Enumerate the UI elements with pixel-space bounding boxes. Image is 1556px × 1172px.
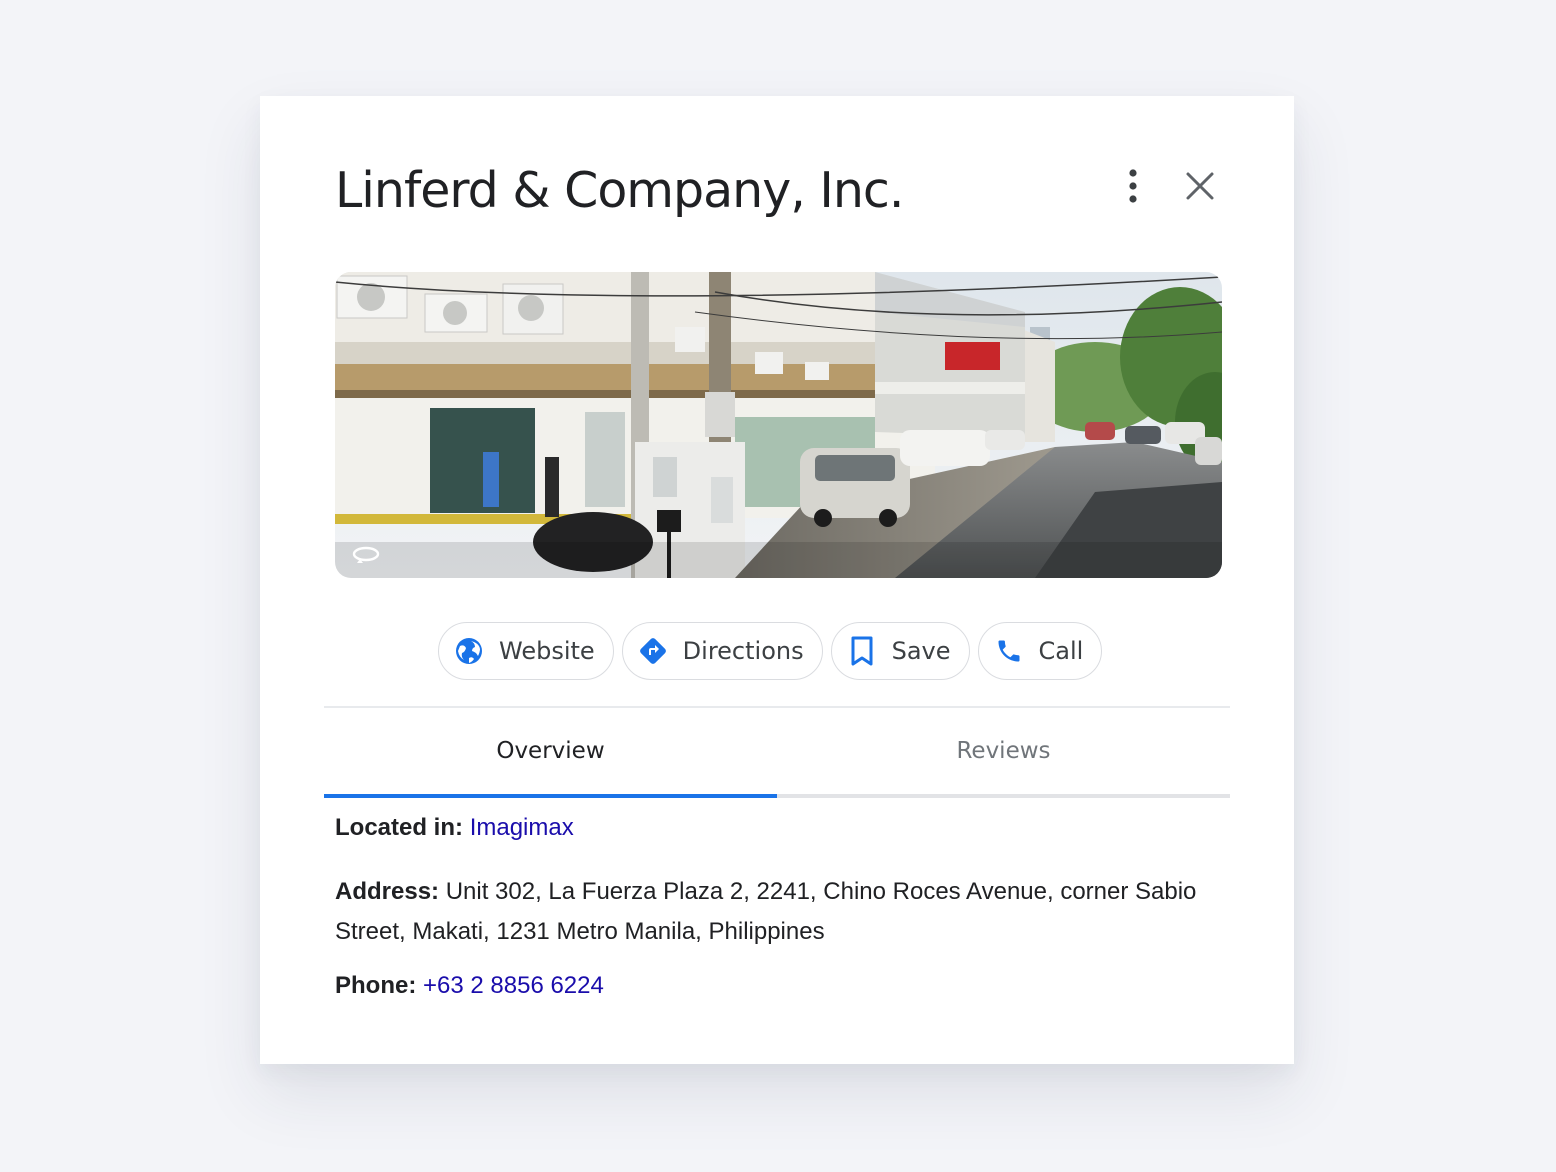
close-button[interactable] <box>1178 164 1222 208</box>
more-vert-icon <box>1129 169 1137 203</box>
directions-icon <box>637 635 669 667</box>
address-row: Address: Unit 302, La Fuerza Plaza 2, 22… <box>335 872 1225 952</box>
tab-overview[interactable]: Overview <box>324 708 777 798</box>
address-label: Address: <box>335 878 440 905</box>
phone-link[interactable]: +63 2 8856 6224 <box>423 972 604 999</box>
phone-label: Phone: <box>335 972 417 999</box>
website-label: Website <box>499 637 595 665</box>
phone-icon <box>993 635 1025 667</box>
located-in-link[interactable]: Imagimax <box>470 814 574 841</box>
globe-icon <box>453 635 485 667</box>
save-button[interactable]: Save <box>830 622 970 680</box>
call-button[interactable]: Call <box>977 622 1103 680</box>
place-title: Linferd & Company, Inc. <box>335 162 904 219</box>
tab-reviews[interactable]: Reviews <box>777 708 1230 794</box>
call-label: Call <box>1038 637 1084 665</box>
more-options-button[interactable] <box>1117 162 1149 210</box>
address-value: Unit 302, La Fuerza Plaza 2, 2241, Chino… <box>335 878 1197 945</box>
close-icon <box>1186 172 1214 200</box>
directions-button[interactable]: Directions <box>621 622 823 680</box>
website-button[interactable]: Website <box>438 622 614 680</box>
tab-bar: Overview Reviews <box>324 708 1230 798</box>
located-in-label: Located in: <box>335 814 464 841</box>
bookmark-icon <box>846 635 878 667</box>
directions-label: Directions <box>682 637 804 665</box>
phone-row: Phone: +63 2 8856 6224 <box>335 966 604 1006</box>
360-rotate-icon[interactable] <box>351 544 381 566</box>
street-view-photo[interactable] <box>335 272 1222 578</box>
located-in-row: Located in: Imagimax <box>335 808 574 848</box>
action-chips: Website Directions Save Call <box>438 622 1103 680</box>
place-card: Linferd & Company, Inc. Website Directio… <box>260 96 1294 1064</box>
street-view-image <box>335 272 1222 578</box>
save-label: Save <box>891 637 951 665</box>
